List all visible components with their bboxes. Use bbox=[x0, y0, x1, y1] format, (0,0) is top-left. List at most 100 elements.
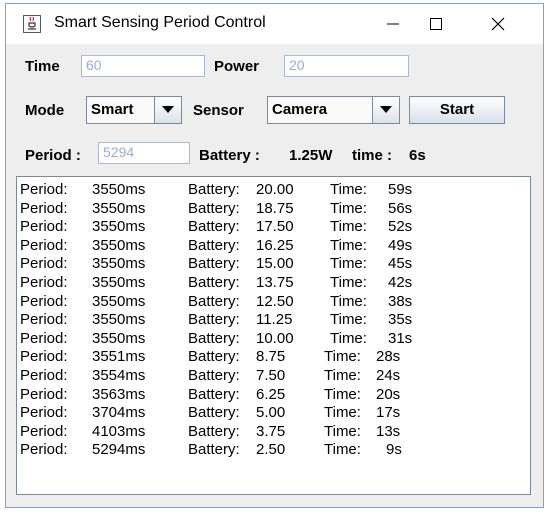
log-period-label: Period: bbox=[20, 255, 68, 273]
minimize-button[interactable] bbox=[371, 4, 415, 44]
power-label: Power bbox=[214, 58, 260, 75]
log-time: 9s bbox=[386, 441, 402, 459]
log-battery-label: Battery: bbox=[188, 385, 240, 403]
log-period-label: Period: bbox=[20, 236, 68, 254]
window-title: Smart Sensing Period Control bbox=[54, 14, 266, 31]
log-time: 52s bbox=[388, 218, 413, 236]
mode-select-value: Smart bbox=[91, 101, 134, 118]
power-input[interactable]: 20 bbox=[284, 55, 409, 77]
log-period-label: Period: bbox=[20, 367, 68, 384]
log-battery: 18.75 bbox=[256, 199, 294, 217]
log-time-label: Time: bbox=[324, 441, 361, 459]
log-period: 3550ms bbox=[92, 236, 146, 254]
log-battery: 7.50 bbox=[256, 367, 286, 384]
log-period: 3550ms bbox=[92, 218, 146, 236]
log-period-label: Period: bbox=[20, 181, 68, 198]
log-time: 24s bbox=[376, 367, 401, 384]
period-input[interactable]: 5294 bbox=[98, 142, 190, 164]
log-period: 3704ms bbox=[92, 404, 146, 422]
log-battery: 20.00 bbox=[256, 181, 294, 198]
log-period: 3550ms bbox=[92, 311, 146, 329]
log-period-label: Period: bbox=[20, 422, 68, 440]
close-button[interactable] bbox=[476, 4, 520, 44]
log-time-label: Time: bbox=[324, 422, 361, 440]
log-battery: 12.50 bbox=[256, 292, 294, 310]
log-battery-label: Battery: bbox=[188, 292, 240, 310]
start-button[interactable]: Start bbox=[409, 96, 505, 124]
log-period-label: Period: bbox=[20, 311, 68, 329]
app-window: Smart Sensing Period Control Time 60 Pow… bbox=[5, 3, 544, 508]
log-time-label: Time: bbox=[330, 236, 367, 254]
log-text-area[interactable]: Period: 3550ms Battery: 20.00 Time: 59s Period… bbox=[16, 176, 531, 495]
log-period-label: Period: bbox=[20, 385, 68, 403]
log-battery-label: Battery: bbox=[188, 422, 240, 440]
time-input[interactable]: 60 bbox=[81, 55, 205, 77]
log-period-label: Period: bbox=[20, 348, 68, 366]
log-battery: 2.50 bbox=[256, 441, 286, 459]
log-period: 3550ms bbox=[92, 292, 146, 310]
log-battery: 5.00 bbox=[256, 404, 286, 422]
log-time-label: Time: bbox=[330, 274, 367, 291]
chevron-down-icon bbox=[162, 106, 174, 113]
log-time-label: Time: bbox=[324, 348, 361, 366]
log-battery: 6.25 bbox=[256, 385, 286, 403]
title-bar[interactable]: Smart Sensing Period Control bbox=[6, 4, 543, 44]
log-time-label: Time: bbox=[330, 292, 367, 310]
log-time: 28s bbox=[376, 348, 401, 366]
log-period-label: Period: bbox=[20, 329, 68, 347]
log-battery: 10.00 bbox=[256, 329, 294, 347]
chevron-down-icon bbox=[380, 106, 392, 113]
log-period: 5294ms bbox=[92, 441, 146, 459]
sensor-dropdown-arrow[interactable] bbox=[372, 97, 399, 123]
sensor-select[interactable]: Camera bbox=[267, 96, 400, 124]
mode-select[interactable]: Smart bbox=[86, 96, 182, 124]
log-period-label: Period: bbox=[20, 274, 68, 291]
log-battery-label: Battery: bbox=[188, 181, 240, 198]
log-period-label: Period: bbox=[20, 404, 68, 422]
time-status-value: 6s bbox=[409, 147, 426, 164]
log-period-label: Period: bbox=[20, 199, 68, 217]
time-label: Time bbox=[25, 58, 60, 75]
log-period: 4103ms bbox=[92, 422, 146, 440]
log-period: 3550ms bbox=[92, 255, 146, 273]
log-battery: 17.50 bbox=[256, 218, 294, 236]
log-battery-label: Battery: bbox=[188, 441, 240, 459]
battery-label: Battery : bbox=[199, 147, 260, 164]
period-label: Period : bbox=[25, 147, 81, 164]
log-time: 45s bbox=[388, 255, 413, 273]
log-time-label: Time: bbox=[330, 218, 367, 236]
sensor-label: Sensor bbox=[193, 102, 244, 119]
log-time-label: Time: bbox=[324, 367, 361, 384]
log-battery-label: Battery: bbox=[188, 236, 240, 254]
log-time: 35s bbox=[388, 311, 413, 329]
log-time-label: Time: bbox=[330, 311, 367, 329]
log-period: 3550ms bbox=[92, 199, 146, 217]
log-battery: 11.25 bbox=[256, 311, 293, 329]
sensor-select-value: Camera bbox=[272, 101, 328, 118]
log-period: 3554ms bbox=[92, 367, 146, 384]
log-time-label: Time: bbox=[330, 199, 367, 217]
mode-dropdown-arrow[interactable] bbox=[154, 97, 181, 123]
log-time: 38s bbox=[388, 292, 413, 310]
time-status-label: time : bbox=[352, 147, 393, 164]
log-time: 17s bbox=[376, 404, 401, 422]
log-time-label: Time: bbox=[330, 329, 367, 347]
log-battery: 13.75 bbox=[256, 274, 294, 291]
log-battery-label: Battery: bbox=[188, 218, 240, 236]
close-icon bbox=[491, 17, 505, 31]
log-battery-label: Battery: bbox=[188, 255, 240, 273]
log-battery-label: Battery: bbox=[188, 404, 240, 422]
maximize-button[interactable] bbox=[414, 4, 458, 44]
log-battery: 16.25 bbox=[256, 236, 294, 254]
log-time: 49s bbox=[388, 236, 413, 254]
log-period: 3550ms bbox=[92, 329, 146, 347]
log-battery: 8.75 bbox=[256, 348, 286, 366]
log-battery-label: Battery: bbox=[188, 311, 240, 329]
log-period: 3550ms bbox=[92, 181, 146, 198]
log-time: 42s bbox=[388, 274, 413, 291]
java-cup-icon bbox=[23, 15, 41, 33]
log-time: 31s bbox=[388, 329, 413, 347]
minimize-icon bbox=[387, 23, 399, 25]
log-period: 3563ms bbox=[92, 385, 146, 403]
log-time-label: Time: bbox=[330, 181, 367, 198]
